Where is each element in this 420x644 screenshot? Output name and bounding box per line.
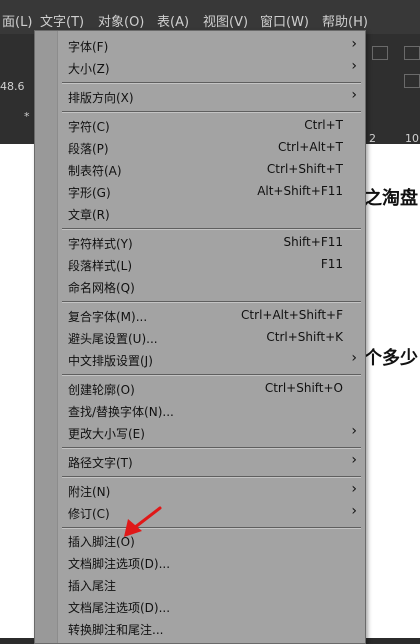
menu-separator xyxy=(62,111,361,113)
menu-object[interactable]: 对象(O) xyxy=(98,11,144,30)
menu-item-label: 复合字体(M)... xyxy=(68,310,148,324)
menu-item-shortcut: Ctrl+Shift+K xyxy=(266,330,343,344)
menu-item-label: 文章(R) xyxy=(68,208,110,222)
menu-item-label: 字体(F) xyxy=(68,40,109,54)
menu-item-shortcut: Ctrl+T xyxy=(304,118,343,132)
menu-separator xyxy=(62,447,361,449)
menu-item-label: 附注(N) xyxy=(68,485,111,499)
menu-item-convert-footnote-endnote[interactable]: 转换脚注和尾注... xyxy=(58,618,365,640)
menu-item-size[interactable]: 大小(Z) › xyxy=(58,57,365,79)
menu-window[interactable]: 窗口(W) xyxy=(260,11,309,30)
menu-item-shortcut: Ctrl+Shift+O xyxy=(264,381,343,395)
menu-icon-gutter xyxy=(35,31,58,643)
menu-item-shortcut: Ctrl+Shift+T xyxy=(266,162,343,176)
menu-item-footnote-options[interactable]: 文档脚注选项(D)... xyxy=(58,552,365,574)
menu-item-label: 段落样式(L) xyxy=(68,259,133,273)
menu-item-label: 文档尾注选项(D)... xyxy=(68,601,171,615)
menu-item-label: 中文排版设置(J) xyxy=(68,354,153,368)
menu-item-glyphs[interactable]: 字形(G) Alt+Shift+F11 xyxy=(58,181,365,203)
menu-item-tabs[interactable]: 制表符(A) Ctrl+Shift+T xyxy=(58,159,365,181)
menu-separator xyxy=(62,228,361,230)
submenu-arrow-icon: › xyxy=(351,452,357,468)
toolbar-button[interactable] xyxy=(404,74,420,88)
toolbar-button[interactable] xyxy=(404,46,420,60)
menu-item-insert-endnote[interactable]: 插入尾注 xyxy=(58,574,365,596)
menu-view[interactable]: 视图(V) xyxy=(203,11,248,30)
menu-type[interactable]: 文字(T) xyxy=(40,11,84,30)
menu-item-paragraph[interactable]: 段落(P) Ctrl+Alt+T xyxy=(58,137,365,159)
menu-separator xyxy=(62,476,361,478)
menu-item-label: 字符(C) xyxy=(68,120,110,134)
menu-item-change-case[interactable]: 更改大小写(E) › xyxy=(58,422,365,444)
submenu-arrow-icon: › xyxy=(351,481,357,497)
menu-item-label: 制表符(A) xyxy=(68,164,122,178)
menu-separator xyxy=(62,82,361,84)
menu-item-label: 路径文字(T) xyxy=(68,456,133,470)
document-text: 个多少 xyxy=(364,348,418,369)
menu-item-shortcut: Alt+Shift+F11 xyxy=(257,184,343,198)
type-menu-dropdown: 字体(F) › 大小(Z) › 排版方向(X) › 字符(C) Ctrl+T 段… xyxy=(34,30,366,644)
submenu-arrow-icon: › xyxy=(351,503,357,519)
menu-item-paragraph-styles[interactable]: 段落样式(L) F11 xyxy=(58,254,365,276)
menu-help[interactable]: 帮助(H) xyxy=(322,11,368,30)
menu-item-label: 查找/替换字体(N)... xyxy=(68,405,174,419)
menu-table[interactable]: 表(A) xyxy=(157,11,189,30)
menu-item-label: 文档脚注选项(D)... xyxy=(68,557,171,571)
menu-item-story[interactable]: 文章(R) xyxy=(58,203,365,225)
menu-item-character-styles[interactable]: 字符样式(Y) Shift+F11 xyxy=(58,232,365,254)
menu-item-shortcut: F11 xyxy=(320,257,343,271)
menu-item-mojikumi-sets[interactable]: 中文排版设置(J) › xyxy=(58,349,365,371)
toolbar-button[interactable] xyxy=(372,46,388,60)
menu-item-label: 段落(P) xyxy=(68,142,109,156)
menu-item-label: 命名网格(Q) xyxy=(68,281,135,295)
menu-item-shortcut: Ctrl+Alt+T xyxy=(277,140,343,154)
menu-item-shortcut: Shift+F11 xyxy=(283,235,343,249)
menu-item-track-changes[interactable]: 修订(C) › xyxy=(58,502,365,524)
menu-item-label: 避头尾设置(U)... xyxy=(68,332,158,346)
document-text: 之淘盘 xyxy=(364,188,418,209)
menu-separator xyxy=(62,301,361,303)
menu-separator xyxy=(62,527,361,529)
menu-window-edge[interactable]: 面(L) xyxy=(2,11,32,30)
menu-item-find-font[interactable]: 查找/替换字体(N)... xyxy=(58,400,365,422)
menu-item-label: 字形(G) xyxy=(68,186,111,200)
menu-item-type-orientation[interactable]: 排版方向(X) › xyxy=(58,86,365,108)
menu-item-create-outlines[interactable]: 创建轮廓(O) Ctrl+Shift+O xyxy=(58,378,365,400)
menu-item-shortcut: Ctrl+Alt+Shift+F xyxy=(241,308,343,322)
menu-item-label: 修订(C) xyxy=(68,507,110,521)
submenu-arrow-icon: › xyxy=(351,423,357,439)
menu-item-composite-fonts[interactable]: 复合字体(M)... Ctrl+Alt+Shift+F xyxy=(58,305,365,327)
menu-item-label: 插入脚注(O) xyxy=(68,535,135,549)
submenu-arrow-icon: › xyxy=(351,58,357,74)
menu-item-character[interactable]: 字符(C) Ctrl+T xyxy=(58,115,365,137)
menu-item-type-on-path[interactable]: 路径文字(T) › xyxy=(58,451,365,473)
menu-item-label: 排版方向(X) xyxy=(68,91,134,105)
menu-item-label: 插入尾注 xyxy=(68,579,117,593)
menu-item-font[interactable]: 字体(F) › xyxy=(58,35,365,57)
menu-item-notes[interactable]: 附注(N) › xyxy=(58,480,365,502)
font-size-field[interactable]: 48.6 xyxy=(0,80,25,93)
menu-item-endnote-options[interactable]: 文档尾注选项(D)... xyxy=(58,596,365,618)
menu-item-label: 大小(Z) xyxy=(68,62,110,76)
menu-separator xyxy=(62,374,361,376)
toolbar-marker: * xyxy=(24,110,30,123)
menu-item-label: 创建轮廓(O) xyxy=(68,383,135,397)
menu-item-kinsoku-shorts[interactable]: 避头尾设置(U)... Ctrl+Shift+K xyxy=(58,327,365,349)
submenu-arrow-icon: › xyxy=(351,350,357,366)
menu-item-label: 更改大小写(E) xyxy=(68,427,145,441)
menu-item-named-grids[interactable]: 命名网格(Q) xyxy=(58,276,365,298)
submenu-arrow-icon: › xyxy=(351,87,357,103)
menu-item-insert-footnote[interactable]: 插入脚注(O) xyxy=(58,530,365,552)
menu-item-label: 字符样式(Y) xyxy=(68,237,133,251)
menu-bar: 面(L) 文字(T) 对象(O) 表(A) 视图(V) 窗口(W) 帮助(H) xyxy=(0,0,420,34)
menu-item-label: 转换脚注和尾注... xyxy=(68,623,164,637)
submenu-arrow-icon: › xyxy=(351,36,357,52)
